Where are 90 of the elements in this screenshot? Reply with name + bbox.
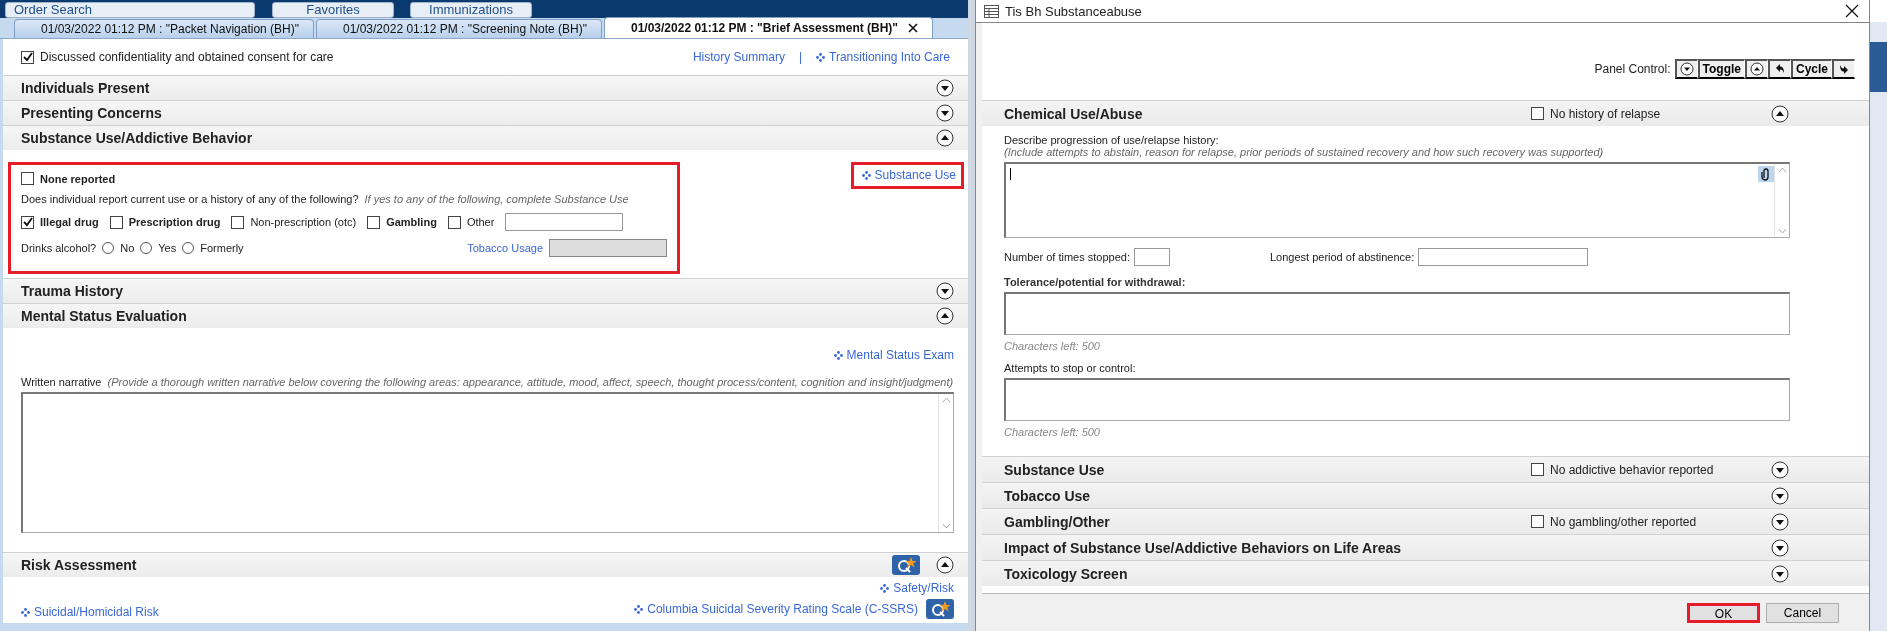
radio-button[interactable] [182,242,195,254]
radio-label: Yes [158,242,177,254]
four-dots-icon [880,583,890,593]
character-count: Characters left: 500 [1004,426,1101,438]
section-title: Risk Assessment [21,557,137,573]
question-text: Does individual report current use or a history of any of the following? [21,193,359,205]
checkbox-label: None reported [40,172,116,185]
field-label: Written narrative [21,376,102,388]
radio-button[interactable] [102,242,115,254]
close-icon[interactable] [908,23,919,33]
four-dots-icon [21,607,30,617]
field-label: Describe progression of use/relapse history: [1004,134,1220,146]
checkbox[interactable] [1531,107,1544,120]
checkbox-label: No gambling/other reported [1550,514,1697,529]
four-dots-icon [634,604,644,614]
panel-button[interactable]: Cycle [1790,58,1832,79]
separator: | [798,50,803,64]
character-count: Characters left: 500 [1004,340,1101,352]
checkbox[interactable] [21,50,34,64]
section-title: Impact of Substance Use/Addictive Behaviors on Life Areas [1004,539,1403,556]
checkbox[interactable] [21,172,34,185]
field-label: Attempts to stop or control: [1004,362,1137,374]
four-dots-icon [833,350,843,360]
form-link[interactable]: Safety/Risk [880,581,954,595]
section-title: Toxicology Screen [1004,565,1129,582]
document-tab[interactable]: 01/03/2022 01:12 PM : "Packet Navigation (BH)" [14,19,314,38]
close-icon[interactable] [1845,4,1859,18]
star-badge-icon[interactable] [892,555,920,575]
checkbox[interactable] [109,215,123,229]
section-title: Gambling/Other [1004,513,1111,530]
checkbox-label: Gambling [386,216,437,228]
checkbox-label: Other [466,216,495,228]
toolbar-button[interactable]: Favorites [272,2,394,18]
form-link[interactable]: Transitioning Into Care [816,50,950,64]
form-link[interactable]: Substance Use [850,162,964,189]
checkbox[interactable] [1531,463,1544,476]
form-link[interactable]: Suicidal/Homicidal Risk [21,605,159,619]
text-area[interactable] [1004,162,1790,238]
dialog-button[interactable]: OK [1687,602,1760,623]
section-title: Substance Use/Addictive Behavior [21,130,253,146]
form-link[interactable]: Mental Status Exam [833,348,954,362]
checkbox-label: No addictive behavior reported [1550,462,1714,477]
field-label: Longest period of abstinence: [1269,251,1415,263]
section-title: Chemical Use/Abuse [1004,105,1144,122]
checkbox-label: Discussed confidentiality and obtained consent for care [40,50,334,64]
link[interactable]: History Summary [692,50,785,64]
panel-button[interactable]: Toggle [1697,58,1745,79]
field-label: Tolerance/potential for withdrawal: [1004,276,1187,288]
tab-label[interactable]: 01/03/2022 01:12 PM : "Brief Assessment (BH)" [631,21,899,35]
window-title: Tis Bh Substanceabuse [1005,3,1142,19]
text-field[interactable] [1418,248,1589,266]
question-text: Drinks alcohol? [21,242,97,254]
checkbox[interactable] [447,215,461,229]
dialog-button[interactable]: Cancel [1766,602,1839,623]
panel-control-label: Panel Control: [1594,61,1671,76]
form-link[interactable]: Columbia Suicidal Severity Rating Scale (C-SSRS) [634,602,918,616]
section-title: Trauma History [21,283,123,299]
checkbox[interactable] [231,215,245,229]
checkbox[interactable] [1531,515,1544,528]
section-title: Mental Status Evaluation [21,308,187,324]
section-title: Substance Use [1004,461,1106,478]
checkbox[interactable] [367,215,381,229]
checkbox-label: Illegal drug [40,216,99,228]
document-tab[interactable]: 01/03/2022 01:12 PM : "Brief Assessment (BH)" [604,17,934,38]
hint-text: If yes to any of the following, complete Substance Use [364,193,629,205]
checkbox[interactable] [21,215,34,229]
text-field[interactable] [505,213,624,231]
toolbar-button[interactable]: Immunizations [410,2,532,18]
section-title: Presenting Concerns [21,105,162,121]
section-title: Individuals Present [21,80,150,96]
table-icon [984,4,999,18]
star-badge-icon[interactable] [926,599,954,619]
four-dots-icon [816,52,826,62]
radio-label: Formerly [200,242,244,254]
section-title: Tobacco Use [1004,487,1092,504]
text-cursor [1010,168,1011,180]
hint-text: (Provide a thorough written narrative below covering the following areas: appearance, attitude, mood, affect, speech, thought process/content, cognition and insight/judgment) [107,376,954,388]
field-label: Number of times stopped: [1004,251,1130,263]
text-area[interactable] [1004,378,1790,421]
radio-button[interactable] [140,242,153,254]
document-tab[interactable]: 01/03/2022 01:12 PM : "Screening Note (BH)" [316,19,602,38]
text-area[interactable] [1004,292,1790,335]
checkbox-label: No history of relapse [1550,106,1661,121]
hint-text: (Include attempts to abstain, reason for relapse, prior periods of sustained recovery and how such recovery was supported) [1004,146,1605,158]
text-field[interactable] [1133,248,1170,266]
toolbar-button[interactable]: Order Search [5,2,255,18]
checkbox-label: Non-prescription (otc) [250,216,357,228]
four-dots-icon [861,170,871,180]
checkbox-label: Prescription drug [128,216,221,228]
radio-label: No [120,242,135,254]
